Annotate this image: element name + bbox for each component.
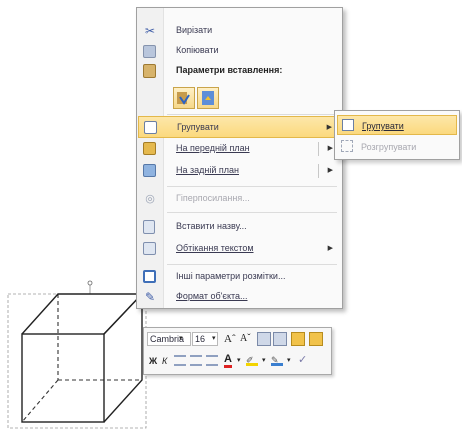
submenu-arrow-icon: ▶ <box>327 245 333 252</box>
align-right-icon[interactable] <box>206 355 218 366</box>
group-icon <box>342 119 354 131</box>
submenu-arrow-icon[interactable]: ▶ <box>328 166 333 174</box>
chevron-down-icon[interactable]: ▾ <box>262 354 266 368</box>
shape-outline-icon[interactable]: ✎ <box>271 353 283 366</box>
font-color-button[interactable]: A <box>224 353 232 368</box>
copy-icon <box>143 45 156 58</box>
layout-options-icon <box>143 270 156 283</box>
chevron-down-icon[interactable]: ▾ <box>179 332 183 346</box>
paste-picture-button[interactable] <box>197 87 219 109</box>
globe-link-icon: ◎ <box>145 193 155 205</box>
format-brush-icon[interactable]: ✓ <box>298 353 307 367</box>
format-brush-icon: ✎ <box>144 290 156 304</box>
grow-font-button[interactable]: Aˆ <box>224 332 236 346</box>
menu-item-paste-options: Параметри вставлення: <box>138 60 341 82</box>
split-divider <box>318 164 319 178</box>
chevron-down-icon[interactable]: ▾ <box>287 354 291 368</box>
group-icon <box>144 121 157 134</box>
mini-toolbar: Cambria ▾ 16 ▾ Aˆ Aˇ Ж К A ▾ ✐ ▾ ✎ ▾ ✓ <box>143 327 332 375</box>
menu-item-copy[interactable]: Копіювати <box>138 40 341 62</box>
submenu-item-ungroup: Розгрупувати <box>337 137 457 157</box>
paste-picture-icon <box>177 92 190 105</box>
clipboard-icon <box>143 64 156 78</box>
font-name-box[interactable]: Cambria <box>147 332 191 346</box>
menu-item-group[interactable]: Групувати ▶ <box>138 116 341 138</box>
menu-item-wrap-text[interactable]: Обтікання текстом ▶ <box>138 238 341 260</box>
bring-front-icon <box>143 142 156 155</box>
menu-item-more-layout[interactable]: Інші параметри розмітки... <box>138 266 341 288</box>
submenu-arrow-icon[interactable]: ▶ <box>328 144 333 152</box>
menu-item-bring-front[interactable]: На передній план ▶ <box>138 138 341 160</box>
menu-item-hyperlink: ◎ Гіперпосилання... <box>138 188 341 210</box>
paste-keep-formatting-button[interactable] <box>173 87 195 109</box>
paste-image-icon <box>202 91 214 105</box>
submenu-arrow-icon: ▶ <box>326 124 332 131</box>
menu-item-send-back[interactable]: На задній план ▶ <box>138 160 341 182</box>
increase-indent-icon[interactable] <box>273 332 287 346</box>
align-left-icon[interactable] <box>174 355 186 366</box>
submenu-item-group[interactable]: Групувати <box>337 115 457 135</box>
menu-separator <box>167 212 337 213</box>
scissors-icon: ✂ <box>144 24 156 38</box>
split-divider <box>318 142 319 156</box>
ungroup-icon <box>341 140 353 152</box>
menu-separator <box>167 264 337 265</box>
send-back-icon <box>143 164 156 177</box>
align-center-icon[interactable] <box>190 355 202 366</box>
chevron-down-icon[interactable]: ▾ <box>237 354 241 368</box>
bold-button[interactable]: Ж <box>149 354 157 368</box>
shrink-font-button[interactable]: Aˇ <box>240 332 251 346</box>
menu-item-cut[interactable]: ✂ Вирізати <box>138 20 341 42</box>
context-menu: ✂ Вирізати Копіювати Параметри вставленн… <box>136 7 343 309</box>
styles-icon[interactable] <box>291 332 305 346</box>
italic-button[interactable]: К <box>162 354 167 368</box>
menu-item-format-object[interactable]: ✎ Формат об'єкта... <box>138 286 341 308</box>
menu-separator <box>167 114 337 115</box>
menu-separator <box>167 186 337 187</box>
highlight-pen-icon[interactable]: ✐ <box>246 353 258 366</box>
chevron-down-icon[interactable]: ▾ <box>212 332 216 346</box>
caption-icon <box>143 220 155 234</box>
decrease-indent-icon[interactable] <box>257 332 271 346</box>
group-submenu: Групувати Розгрупувати <box>334 110 460 160</box>
format-painter-icon[interactable] <box>309 332 323 346</box>
wrap-text-icon <box>143 242 156 255</box>
menu-item-insert-caption[interactable]: Вставити назву... <box>138 216 341 238</box>
